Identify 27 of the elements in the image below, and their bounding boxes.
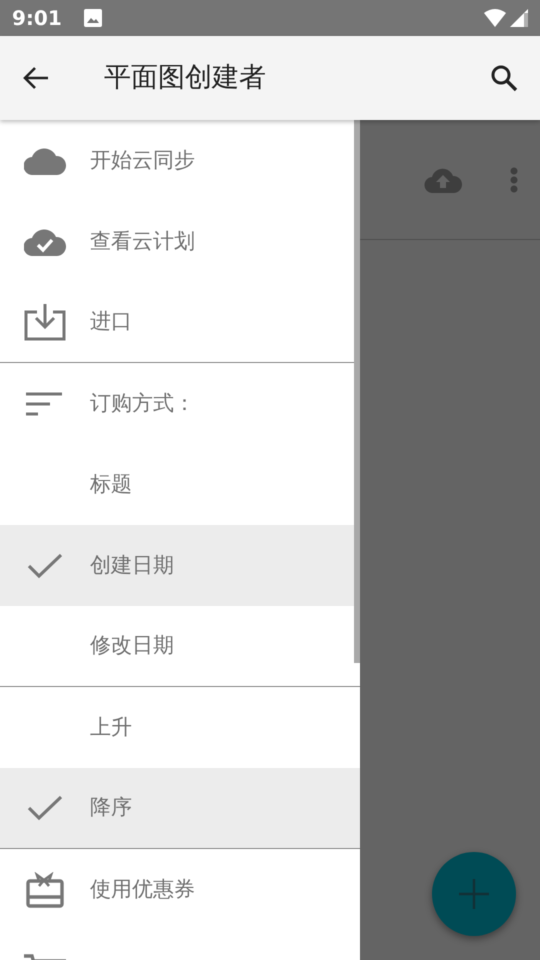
cloud-upload-icon[interactable] bbox=[424, 166, 462, 192]
menu-heading: 订购方式： bbox=[90, 390, 195, 417]
wifi-icon bbox=[484, 9, 506, 27]
cloud-check-icon bbox=[24, 228, 66, 256]
menu-item[interactable]: 创建日期 bbox=[90, 550, 174, 582]
search-icon[interactable] bbox=[490, 64, 518, 92]
checkmark-icon bbox=[27, 795, 63, 821]
menu-item[interactable]: 上升 bbox=[90, 712, 132, 744]
menu-item[interactable]: 开始云同步 bbox=[90, 144, 195, 176]
image-icon bbox=[84, 9, 102, 27]
menu-item[interactable]: 查看云计划 bbox=[90, 226, 195, 258]
signal-icon bbox=[510, 9, 528, 27]
menu-item[interactable]: 进口 bbox=[90, 306, 132, 338]
menu-item[interactable]: 降序 bbox=[90, 792, 132, 824]
checkmark-icon bbox=[27, 552, 63, 578]
menu-item[interactable]: 标题 bbox=[90, 468, 132, 500]
sort-icon bbox=[26, 390, 64, 416]
download-tray-icon bbox=[23, 302, 67, 342]
menu-item[interactable]: 使用优惠券 bbox=[90, 874, 195, 906]
back-arrow-icon[interactable] bbox=[22, 66, 50, 90]
gift-card-icon bbox=[26, 872, 64, 908]
cloud-icon bbox=[24, 146, 66, 174]
status-time: 9:01 bbox=[12, 5, 62, 32]
more-options-icon[interactable] bbox=[510, 166, 518, 192]
plus-icon bbox=[459, 879, 489, 909]
app-title: 平面图创建者 bbox=[104, 60, 266, 95]
menu-item[interactable]: 修改日期 bbox=[90, 630, 174, 662]
